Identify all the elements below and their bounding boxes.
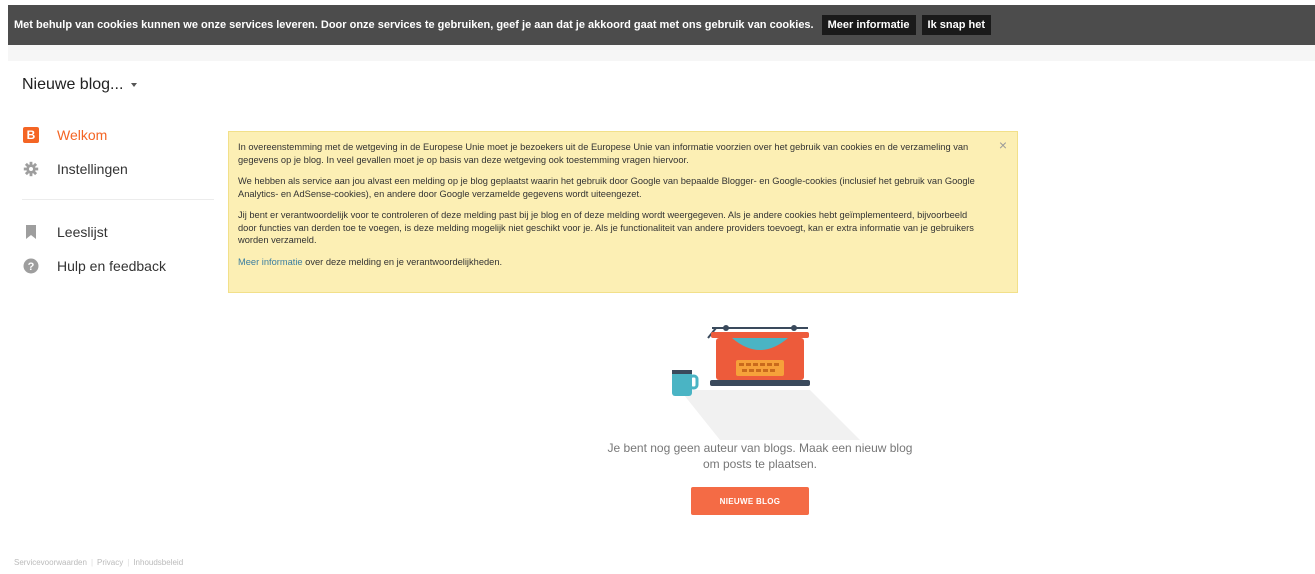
notice-more-info-link[interactable]: Meer informatie [238,257,303,267]
footer-separator: | [90,558,94,567]
notice-paragraph: We hebben als service aan jou alvast een… [238,176,975,199]
footer-separator: | [127,558,130,567]
cookie-message: Met behulp van cookies kunnen we onze se… [14,19,814,31]
empty-state-message: Je bent nog geen auteur van blogs. Maak … [607,441,913,471]
eu-cookie-notice: × In overeenstemming met de wetgeving in… [228,131,1018,293]
blog-selector-dropdown[interactable]: Nieuwe blog... [22,76,138,94]
notice-paragraph: Jij bent er verantwoordelijk voor te con… [238,210,974,245]
close-icon[interactable]: × [999,137,1007,153]
cookie-consent-bar: Met behulp van cookies kunnen we onze se… [8,5,1315,45]
cookie-accept-button[interactable]: Ik snap het [921,15,991,35]
footer-link-privacy[interactable]: Privacy [97,558,123,567]
gear-icon [22,160,40,178]
footer-link-terms[interactable]: Servicevoorwaarden [14,558,87,567]
blogger-icon: B [22,126,40,144]
new-blog-button[interactable]: NIEUWE BLOG [691,487,809,515]
sidebar-item-label: Leeslijst [57,224,108,240]
bookmark-icon [22,223,40,241]
notice-link-suffix: over deze melding en je verantwoordelijk… [302,256,503,267]
footer: Servicevoorwaarden | Privacy | Inhoudsbe… [14,558,183,567]
blog-selector-label: Nieuwe blog... [22,76,124,93]
header-bar [8,45,1315,61]
sidebar-divider [22,199,214,200]
typewriter-illustration [672,325,860,440]
help-icon: ? [22,257,40,275]
sidebar-item-label: Welkom [57,127,108,143]
sidebar-item-welkom[interactable]: B Welkom [22,124,107,146]
sidebar-item-leeslijst[interactable]: Leeslijst [22,221,108,243]
notice-paragraph: Meer informatie over deze melding en je … [238,256,987,269]
sidebar-item-label: Instellingen [57,161,128,177]
caret-down-icon [131,83,138,87]
sidebar-item-instellingen[interactable]: Instellingen [22,158,128,180]
cookie-more-info-button[interactable]: Meer informatie [821,15,916,35]
sidebar-item-label: Hulp en feedback [57,258,166,274]
svg-text:?: ? [28,261,35,273]
notice-paragraph: In overeenstemming met de wetgeving in d… [238,142,969,165]
footer-link-content-policy[interactable]: Inhoudsbeleid [133,558,183,567]
sidebar-item-hulp[interactable]: ? Hulp en feedback [22,255,166,277]
